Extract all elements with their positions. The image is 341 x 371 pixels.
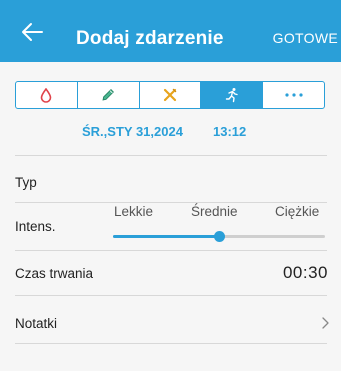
duration-label: Czas trwania — [15, 266, 94, 281]
arrow-left-icon[interactable] — [20, 21, 44, 43]
intensity-option-medium[interactable]: Średnie — [191, 204, 238, 219]
time-picker[interactable]: 13:12 — [213, 124, 246, 139]
more-icon — [284, 93, 303, 97]
running-person-icon — [225, 88, 238, 103]
segment-meal[interactable] — [140, 82, 202, 108]
intensity-option-heavy[interactable]: Ciężkie — [275, 204, 319, 219]
duration-value[interactable]: 00:30 — [283, 263, 328, 283]
cutlery-icon — [163, 88, 177, 102]
divider — [15, 295, 327, 296]
divider — [15, 250, 327, 251]
done-button[interactable]: GOTOWE — [273, 30, 338, 46]
date-picker[interactable]: ŚR.,STY 31,2024 — [82, 124, 183, 139]
notes-row[interactable]: Notatki — [15, 316, 57, 331]
intensity-label: Intens. — [15, 219, 56, 234]
divider — [15, 343, 327, 344]
segment-more[interactable] — [263, 82, 324, 108]
segment-activity[interactable] — [201, 82, 264, 108]
segment-blood-glucose[interactable] — [16, 82, 78, 108]
intensity-slider-fill — [113, 235, 219, 238]
segment-note[interactable] — [78, 82, 140, 108]
event-type-selector — [15, 81, 325, 109]
intensity-slider-thumb[interactable] — [214, 231, 225, 242]
intensity-option-light[interactable]: Lekkie — [114, 204, 153, 219]
blood-drop-icon — [41, 87, 52, 103]
divider — [15, 155, 327, 156]
chevron-right-icon[interactable] — [319, 316, 331, 330]
type-row[interactable]: Typ — [15, 175, 37, 190]
pen-icon — [102, 89, 115, 101]
app-bar: Dodaj zdarzenie GOTOWE — [0, 0, 341, 62]
divider — [15, 202, 327, 203]
page-title: Dodaj zdarzenie — [76, 28, 224, 49]
